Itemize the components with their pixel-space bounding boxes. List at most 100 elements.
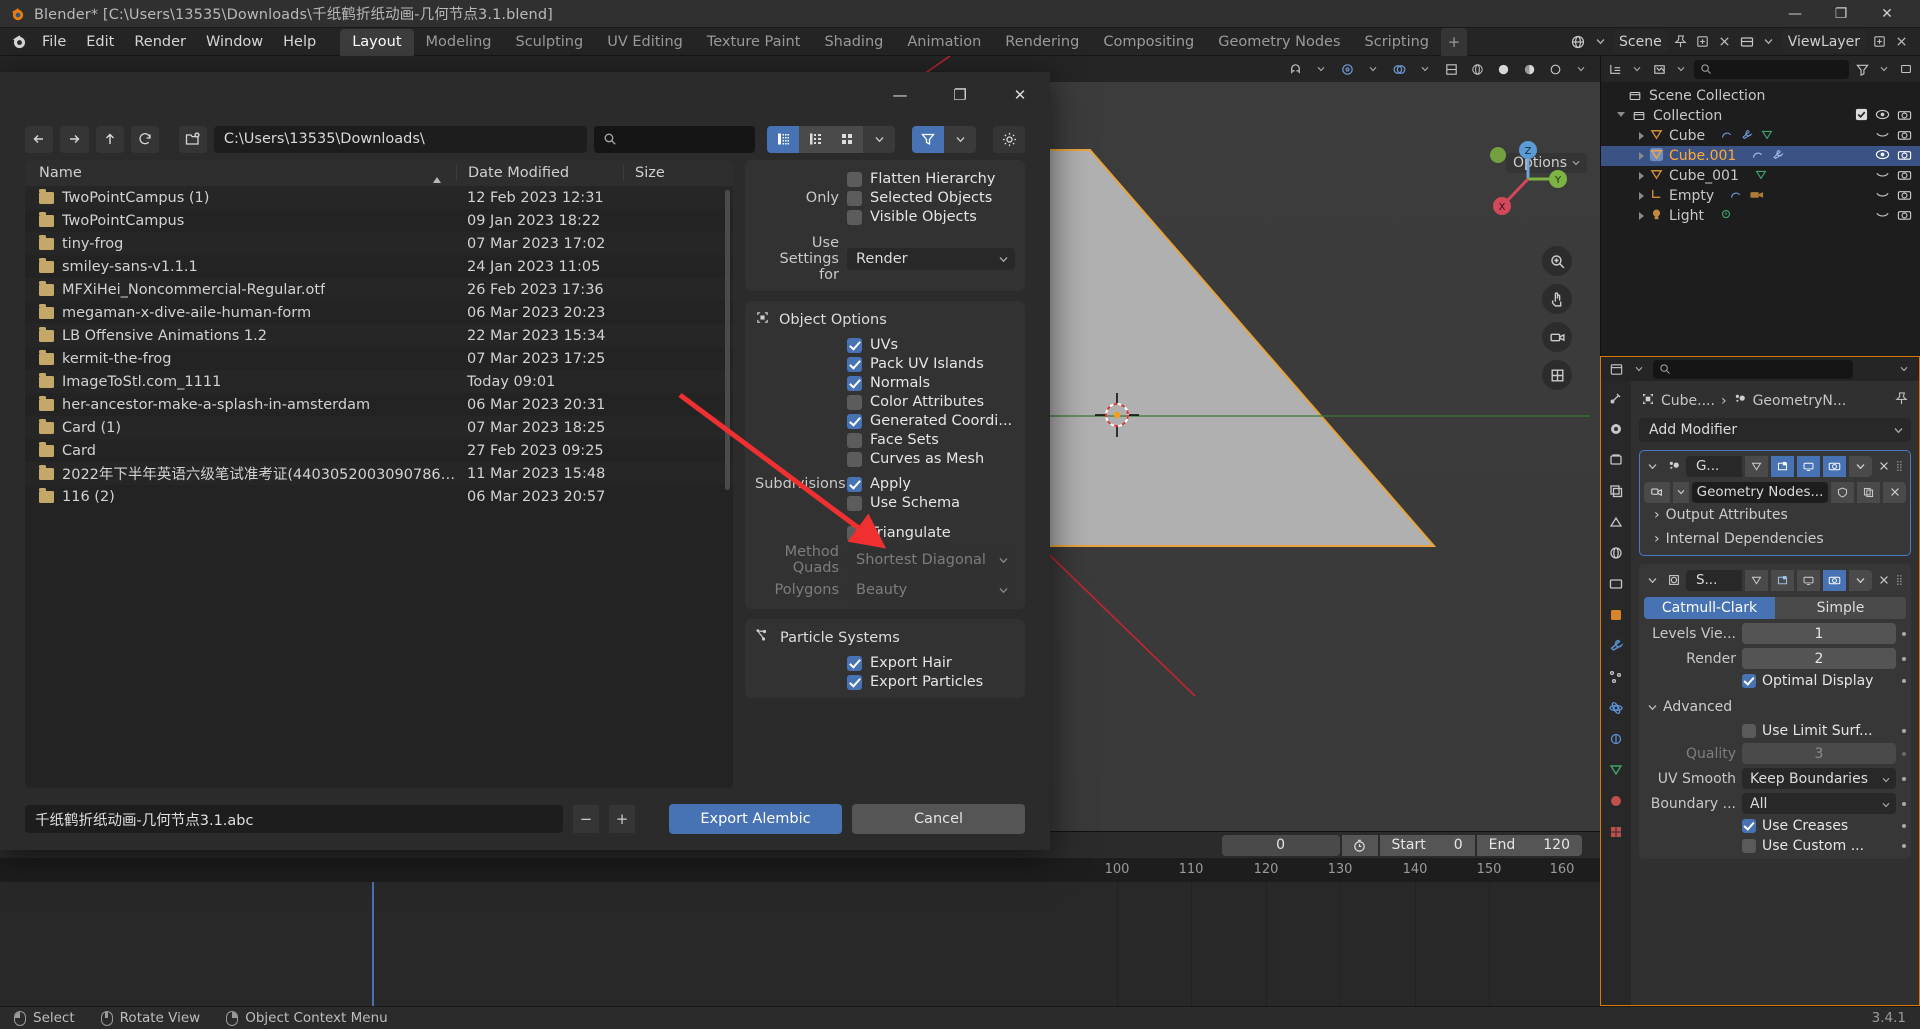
playhead[interactable] — [372, 882, 374, 1006]
path-input[interactable]: C:\Users\13535\Downloads\ — [213, 125, 587, 153]
pin-icon[interactable] — [1672, 33, 1690, 51]
table-row[interactable]: her-ancestor-make-a-splash-in-amsterdam 0… — [25, 393, 733, 416]
texture-tab-icon[interactable] — [1607, 823, 1625, 841]
table-row[interactable]: Card (1) 07 Mar 2023 18:25 — [25, 416, 733, 439]
create-new-directory-button[interactable] — [178, 125, 207, 153]
delete-modifier-icon[interactable] — [1875, 457, 1893, 475]
world-tab-icon[interactable] — [1607, 544, 1625, 562]
animate-dot-icon-9[interactable] — [1902, 844, 1906, 848]
tab-rendering[interactable]: Rendering — [993, 29, 1091, 56]
menu-help[interactable]: Help — [273, 31, 326, 53]
viewlayer-selector[interactable]: ViewLayer — [1781, 30, 1866, 53]
table-row[interactable]: ImageToStl.com_1111 Today 09:01 — [25, 370, 733, 393]
tab-modeling[interactable]: Modeling — [414, 29, 504, 56]
object-tab-icon[interactable] — [1607, 606, 1625, 624]
tab-layout[interactable]: Layout — [340, 28, 414, 56]
toggle-edit-mode-icon[interactable] — [1744, 455, 1768, 477]
disclosure-triangle-icon-cube001[interactable] — [1639, 152, 1644, 160]
maximize-button[interactable]: ❐ — [1818, 0, 1864, 28]
optimal-display-checkbox[interactable] — [1742, 674, 1756, 688]
hide-icon-4[interactable] — [1875, 208, 1890, 225]
light-data-icon[interactable] — [1719, 208, 1733, 225]
modifier-tab-icon[interactable] — [1607, 637, 1625, 655]
material-tab-icon[interactable] — [1607, 792, 1625, 810]
disclosure-triangle-icon[interactable] — [1617, 111, 1625, 121]
timeline-body[interactable] — [0, 882, 1600, 1006]
tab-geometry-nodes[interactable]: Geometry Nodes — [1206, 29, 1352, 56]
outliner-scene-collection[interactable]: Scene Collection — [1601, 86, 1920, 106]
viewlayer-tab-icon[interactable] — [1607, 482, 1625, 500]
camera-icon-row[interactable] — [1897, 128, 1912, 145]
outliner-item-light[interactable]: Light — [1601, 206, 1920, 226]
unlink-node-group-icon[interactable] — [1883, 481, 1906, 503]
display-mode-chevron-icon[interactable] — [863, 125, 896, 153]
export-hair-checkbox[interactable] — [847, 655, 862, 671]
outliner-item-cube-001[interactable]: Cube.001 — [1601, 146, 1920, 166]
table-row[interactable]: smiley-sans-v1.1.1 24 Jan 2023 11:05 — [25, 255, 733, 278]
animation-icon-3[interactable] — [1729, 188, 1743, 205]
object-option-checkbox[interactable] — [847, 356, 862, 372]
chevron-down-icon-2[interactable] — [1760, 33, 1778, 51]
back-button[interactable] — [25, 125, 54, 153]
toggle-viewport-icon[interactable] — [1796, 455, 1820, 477]
outliner-item-empty[interactable]: Empty — [1601, 186, 1920, 206]
use-creases-checkbox[interactable] — [1742, 819, 1756, 833]
table-row[interactable]: TwoPointCampus 09 Jan 2023 18:22 — [25, 209, 733, 232]
forward-button[interactable] — [60, 125, 89, 153]
chevron-down-icon-filter[interactable] — [1875, 60, 1893, 78]
refresh-button[interactable] — [130, 125, 159, 153]
animate-dot-icon-6[interactable] — [1902, 776, 1906, 781]
editor-type-icon[interactable] — [1607, 360, 1625, 378]
filename-input[interactable]: 千纸鹤折纸动画-几何节点3.1.abc — [25, 805, 563, 833]
tab-add-workspace[interactable]: + — [1441, 27, 1468, 56]
node-group-name[interactable]: Geometry Nodes... — [1692, 481, 1828, 503]
chevron-down-icon-props2[interactable] — [1895, 360, 1913, 378]
quality-value[interactable]: 3 — [1742, 743, 1896, 764]
outliner-search-input[interactable] — [1694, 59, 1849, 79]
camera-icon-row-3[interactable] — [1897, 168, 1912, 185]
menu-edit[interactable]: Edit — [76, 31, 124, 53]
viewlayer-icon[interactable] — [1738, 33, 1756, 51]
animate-dot-icon-4[interactable] — [1902, 729, 1906, 733]
frame-end-field[interactable]: End 120 — [1476, 834, 1582, 856]
object-option-checkbox[interactable] — [847, 413, 862, 429]
file-search-input[interactable] — [593, 125, 756, 153]
file-list-scrollbar[interactable] — [725, 190, 730, 490]
selected-objects-checkbox[interactable] — [847, 190, 862, 206]
levels-viewport-value[interactable]: 1 — [1742, 623, 1896, 644]
animate-dot-icon-2[interactable] — [1902, 656, 1906, 661]
visible-objects-checkbox[interactable] — [847, 209, 862, 225]
mesh-data-icon-2[interactable] — [1754, 168, 1768, 185]
simple-button[interactable]: Simple — [1775, 597, 1906, 619]
delete-viewlayer-icon[interactable] — [1892, 33, 1910, 51]
particle-systems-title-row[interactable]: Particle Systems — [755, 627, 1015, 652]
camera-icon-row-4[interactable] — [1897, 188, 1912, 205]
dialog-maximize-button[interactable]: ❐ — [930, 72, 990, 118]
object-option-checkbox[interactable] — [847, 394, 862, 410]
timeline-ruler[interactable]: 100 110 120 130 140 150 160 — [0, 858, 1600, 882]
use-schema-checkbox[interactable] — [847, 495, 862, 511]
menu-file[interactable]: File — [32, 31, 76, 53]
scene-tab-icon[interactable] — [1607, 513, 1625, 531]
catmull-clark-button[interactable]: Catmull-Clark — [1644, 597, 1775, 619]
cancel-button[interactable]: Cancel — [852, 804, 1025, 834]
object-option-checkbox[interactable] — [847, 432, 862, 448]
collection-tab-icon[interactable] — [1607, 575, 1625, 593]
object-options-title-row[interactable]: Object Options — [755, 309, 1015, 334]
export-particles-checkbox[interactable] — [847, 674, 862, 690]
current-frame-field[interactable]: 0 — [1221, 834, 1340, 856]
animate-dot-icon-7[interactable] — [1902, 801, 1906, 806]
blender-menu-icon[interactable] — [6, 33, 32, 50]
toggle-camera-view-button[interactable] — [1542, 322, 1572, 352]
object-option-checkbox[interactable] — [847, 451, 862, 467]
output-tab-icon[interactable] — [1607, 451, 1625, 469]
menu-window[interactable]: Window — [196, 31, 273, 53]
camera-icon[interactable] — [1897, 108, 1912, 125]
toggle-edit-mode-icon-2[interactable] — [1744, 569, 1768, 591]
file-settings-gear-icon[interactable] — [993, 125, 1026, 153]
expand-chevron-icon-2[interactable] — [1644, 571, 1662, 589]
display-mode-detail-icon[interactable] — [799, 125, 832, 153]
tab-scripting[interactable]: Scripting — [1353, 29, 1441, 56]
new-scene-icon[interactable] — [1694, 33, 1712, 51]
drag-handle-icon-2[interactable]: ⣿ — [1896, 575, 1906, 586]
